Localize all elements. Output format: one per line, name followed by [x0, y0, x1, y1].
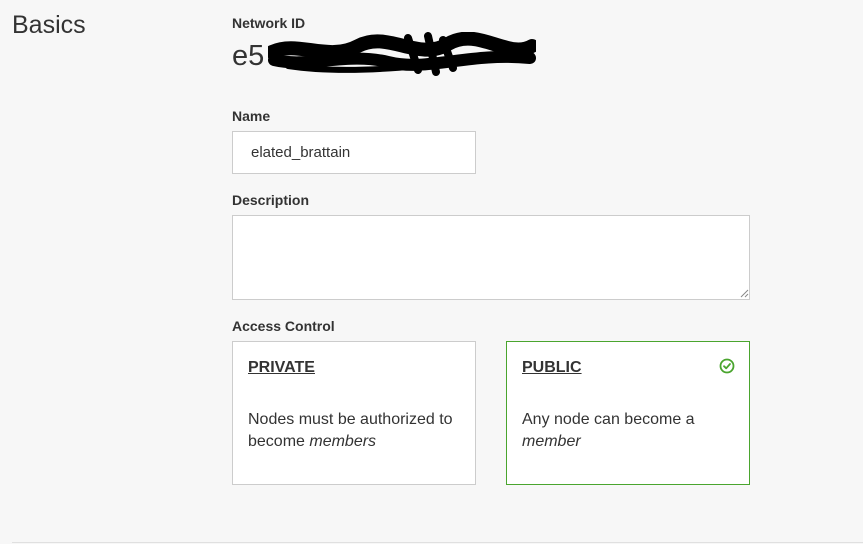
network-id-label: Network ID — [232, 15, 306, 31]
redaction-scribble — [268, 32, 536, 76]
section-title: Basics — [12, 11, 86, 39]
resize-grip-icon[interactable] — [739, 288, 749, 298]
name-label: Name — [232, 108, 271, 124]
check-circle-icon — [719, 358, 735, 374]
description-label: Description — [232, 192, 310, 208]
access-option-private[interactable]: PRIVATE Nodes must be authorized to beco… — [232, 341, 476, 485]
access-option-public[interactable]: PUBLIC Any node can become a member — [506, 341, 750, 485]
access-option-description: Any node can become a member — [522, 411, 695, 450]
description-textarea[interactable] — [232, 215, 750, 300]
section-divider — [12, 542, 863, 543]
name-input[interactable] — [232, 131, 476, 174]
access-option-title: PRIVATE — [248, 359, 315, 376]
access-control-label: Access Control — [232, 318, 335, 334]
access-option-description: Nodes must be authorized to become membe… — [248, 411, 453, 450]
access-option-title: PUBLIC — [522, 359, 582, 376]
network-id-value: e5 — [232, 40, 265, 72]
